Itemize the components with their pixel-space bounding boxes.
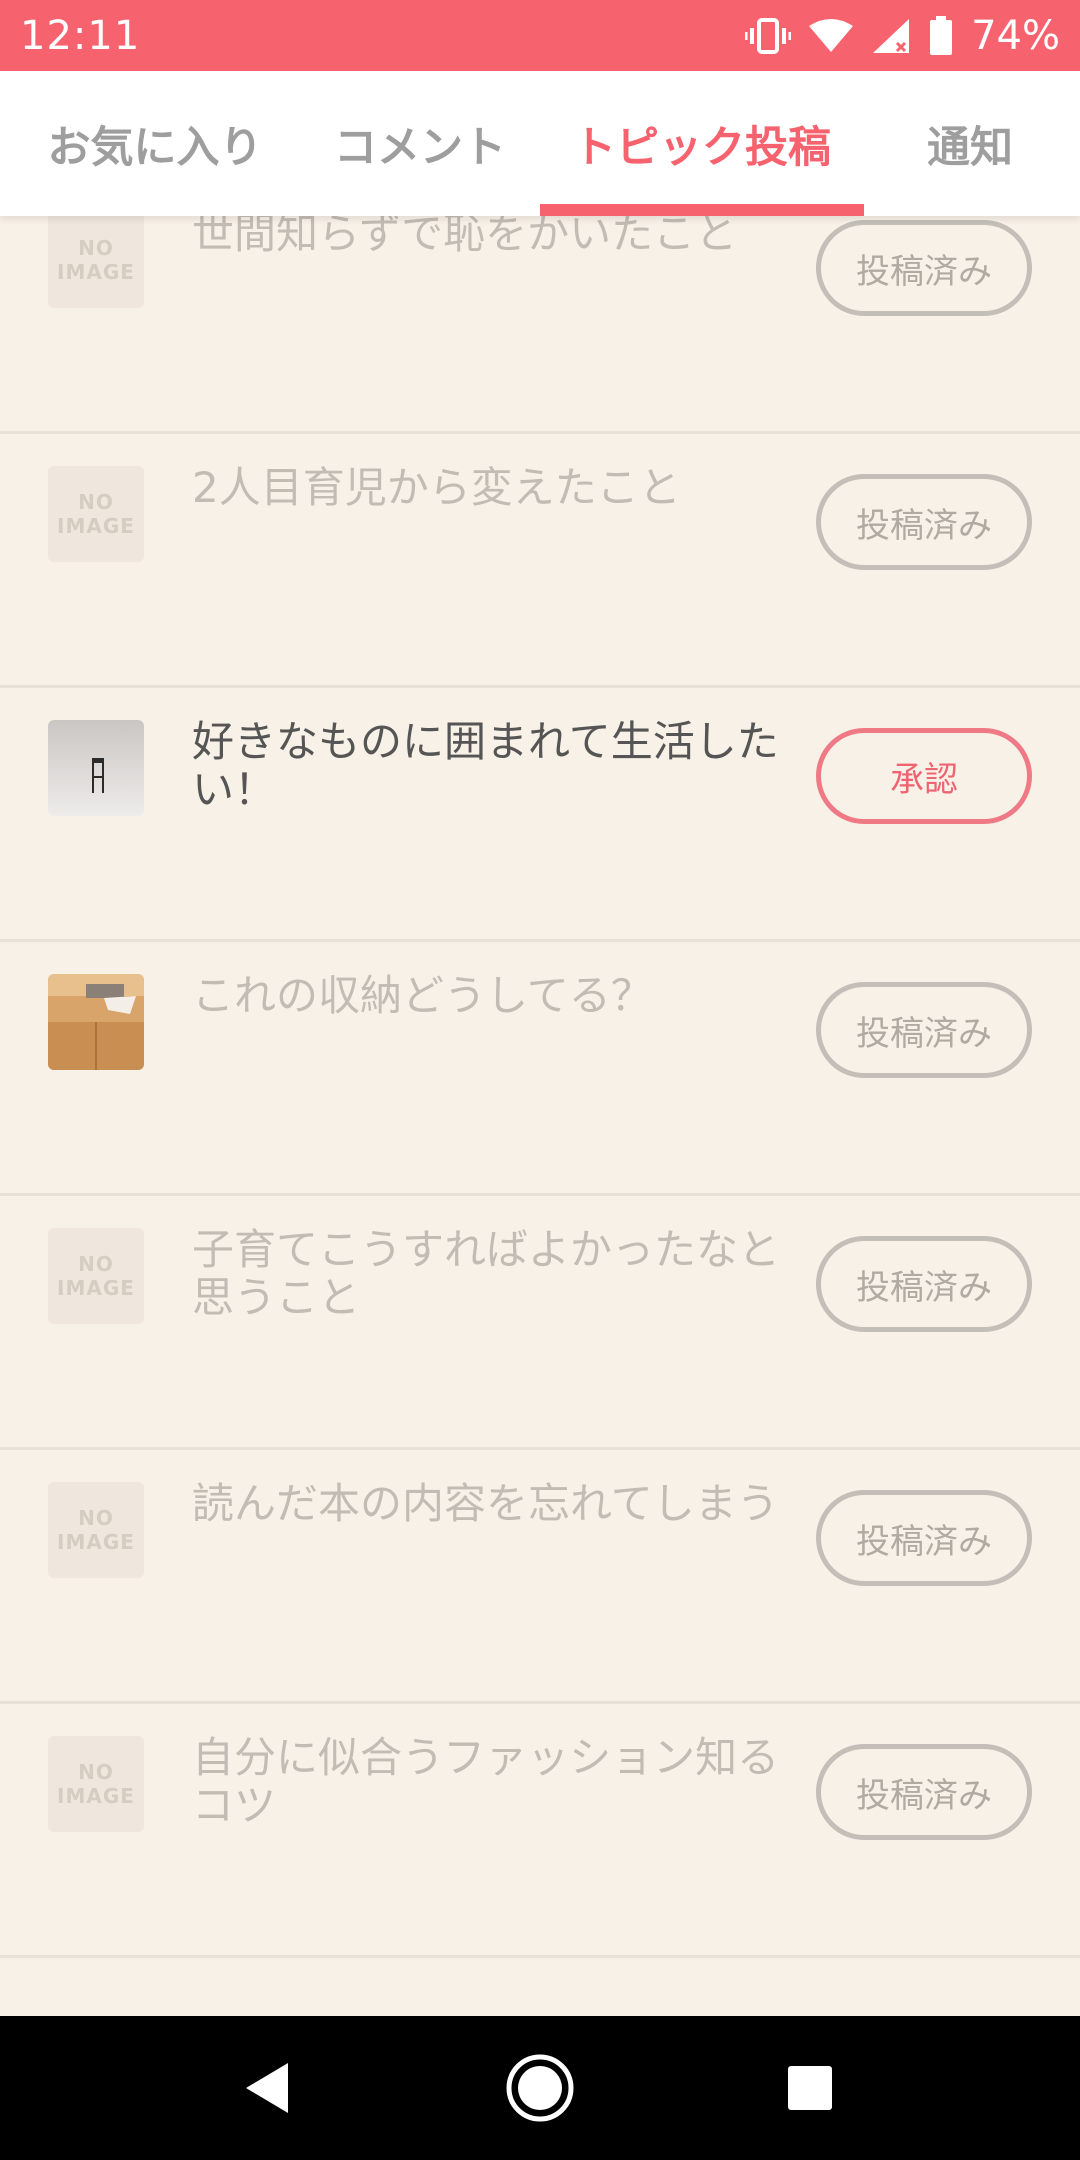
no-image-thumbnail: NO IMAGE (48, 466, 144, 562)
list-item[interactable]: NO IMAGE 2人目育児から変えたこと 投稿済み (0, 434, 1080, 688)
status-icons: 74% (745, 13, 1060, 59)
posted-status-button[interactable]: 投稿済み (816, 982, 1032, 1078)
home-button[interactable] (460, 2016, 620, 2160)
battery-percent: 74% (971, 12, 1060, 59)
list-item[interactable]: NO IMAGE 世間知らずで恥をかいたこと 投稿済み (0, 216, 1080, 434)
list-item[interactable]: NO IMAGE 自分に似合うファッション知るコツ 投稿済み (0, 1704, 1080, 1958)
post-title: 2人目育児から変えたこと (192, 463, 681, 512)
system-navigation-bar (0, 2016, 1080, 2160)
post-title: 子育てこうすればよかったなと思うこと (192, 1225, 781, 1322)
tab-comments[interactable]: コメント (300, 71, 540, 216)
recents-icon (788, 2066, 832, 2110)
active-tab-indicator (540, 204, 864, 216)
storage-photo-thumbnail (48, 974, 144, 1070)
post-title: 世間知らずで恥をかいたこと (192, 216, 738, 258)
wifi-icon (809, 18, 854, 54)
post-title: 自分に似合うファッション知るコツ (192, 1733, 780, 1830)
post-title: 好きなものに囲まれて生活したい！ (192, 717, 779, 814)
no-image-thumbnail: NO IMAGE (48, 1228, 144, 1324)
status-time: 12:11 (20, 12, 141, 59)
list-item[interactable]: これの収納どうしてる？ 投稿済み (0, 942, 1080, 1196)
posted-status-button[interactable]: 投稿済み (816, 474, 1032, 570)
tab-topic-posts[interactable]: トピック投稿 (540, 71, 864, 216)
post-title: 読んだ本の内容を忘れてしまう (192, 1479, 779, 1528)
posted-status-button[interactable]: 投稿済み (816, 1236, 1032, 1332)
list-item[interactable]: 好きなものに囲まれて生活したい！ 承認 (0, 688, 1080, 942)
vibrate-icon (745, 16, 792, 56)
list-item[interactable]: NO IMAGE 子育てこうすればよかったなと思うこと 投稿済み (0, 1196, 1080, 1450)
recents-button[interactable] (730, 2016, 890, 2160)
battery-icon (929, 15, 953, 56)
no-image-thumbnail: NO IMAGE (48, 1482, 144, 1578)
back-button[interactable] (187, 2016, 347, 2160)
home-icon (506, 2054, 574, 2122)
back-icon (246, 2063, 288, 2113)
tab-bar: お気に入り コメント トピック投稿 通知 (0, 71, 1080, 216)
topic-post-list: NO IMAGE 世間知らずで恥をかいたこと 投稿済み NO IMAGE 2人目… (0, 216, 1080, 2016)
status-bar: 12:11 74% (0, 0, 1080, 71)
approve-button[interactable]: 承認 (816, 728, 1032, 824)
no-image-thumbnail: NO IMAGE (48, 1736, 144, 1832)
signal-icon (871, 17, 911, 55)
tab-favorites[interactable]: お気に入り (30, 71, 280, 216)
posted-status-button[interactable]: 投稿済み (816, 1744, 1032, 1840)
post-title: これの収納どうしてる？ (192, 971, 653, 1020)
posted-status-button[interactable]: 投稿済み (816, 1490, 1032, 1586)
no-image-thumbnail: NO IMAGE (48, 216, 144, 308)
posted-status-button[interactable]: 投稿済み (816, 220, 1032, 316)
chair-photo-thumbnail (48, 720, 144, 816)
tab-notifications[interactable]: 通知 (880, 71, 1060, 216)
list-item[interactable]: NO IMAGE 読んだ本の内容を忘れてしまう 投稿済み (0, 1450, 1080, 1704)
